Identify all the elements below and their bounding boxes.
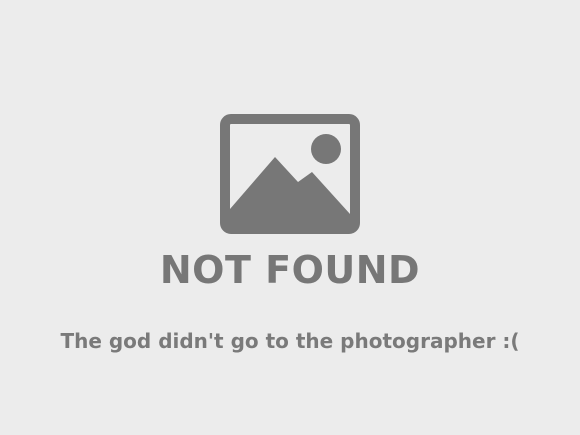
image-placeholder-icon: [220, 114, 360, 234]
not-found-placeholder: NOT FOUND The god didn't go to the photo…: [0, 0, 580, 435]
not-found-heading: NOT FOUND: [159, 248, 421, 292]
not-found-message: The god didn't go to the photographer :(: [60, 329, 520, 353]
